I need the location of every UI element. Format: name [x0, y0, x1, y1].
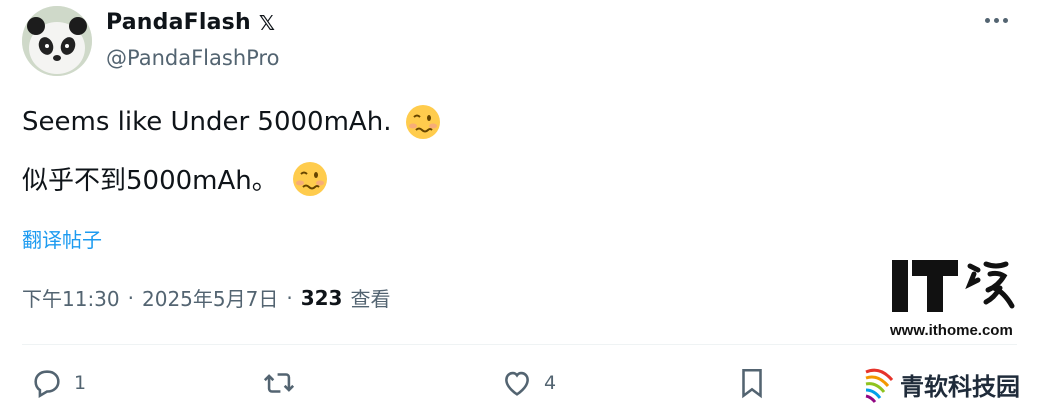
woozy-face-emoji-icon: [406, 105, 441, 139]
more-options-icon[interactable]: [985, 18, 1008, 23]
panda-avatar-image: [22, 6, 92, 76]
translate-post-link[interactable]: 翻译帖子: [22, 224, 102, 253]
bookmark-button[interactable]: [735, 366, 769, 400]
avatar[interactable]: [22, 6, 92, 76]
qingruan-watermark: 青软科技园: [862, 364, 1020, 404]
meta-separator: ·: [127, 285, 134, 310]
tweet-text-chinese: 似乎不到5000mAh。: [22, 166, 278, 196]
heart-icon: [505, 371, 529, 396]
display-name-text: PandaFlash: [106, 10, 251, 35]
ithome-watermark: www.ithome.com: [890, 258, 1030, 339]
woozy-face-emoji-icon: [292, 161, 327, 196]
bookmark-icon: [742, 368, 762, 399]
ithome-logo-icon: [892, 260, 1015, 312]
tweet-date[interactable]: 2025年5月7日: [142, 283, 278, 312]
tweet-text-line-1: Seems like Under 5000mAh.: [22, 104, 441, 140]
tweet-text-line-2: 似乎不到5000mAh。: [22, 160, 328, 197]
like-button[interactable]: 4: [500, 366, 556, 400]
qingruan-logo-icon: [865, 368, 894, 403]
display-name[interactable]: PandaFlash 𝕏: [106, 10, 275, 35]
tweet-time[interactable]: 下午11:30: [22, 283, 120, 312]
x-logo-icon: 𝕏: [258, 10, 276, 35]
views-count: 323: [300, 285, 343, 310]
views-label: 查看: [350, 287, 391, 311]
like-count: 4: [544, 372, 557, 394]
reply-button[interactable]: 1: [30, 366, 86, 400]
ithome-url: www.ithome.com: [890, 322, 1013, 339]
reply-icon: [34, 370, 60, 399]
qingruan-text: 青软科技园: [900, 372, 1020, 401]
user-handle[interactable]: @PandaFlashPro: [106, 46, 279, 70]
tweet-meta: 下午11:30 · 2025年5月7日 · 323 查看: [22, 283, 390, 312]
meta-separator: ·: [286, 285, 293, 310]
tweet-text-english: Seems like Under 5000mAh.: [22, 107, 392, 137]
divider: [22, 344, 1017, 345]
reply-count: 1: [74, 372, 87, 394]
retweet-icon: [263, 373, 295, 393]
retweet-button[interactable]: [262, 366, 296, 400]
